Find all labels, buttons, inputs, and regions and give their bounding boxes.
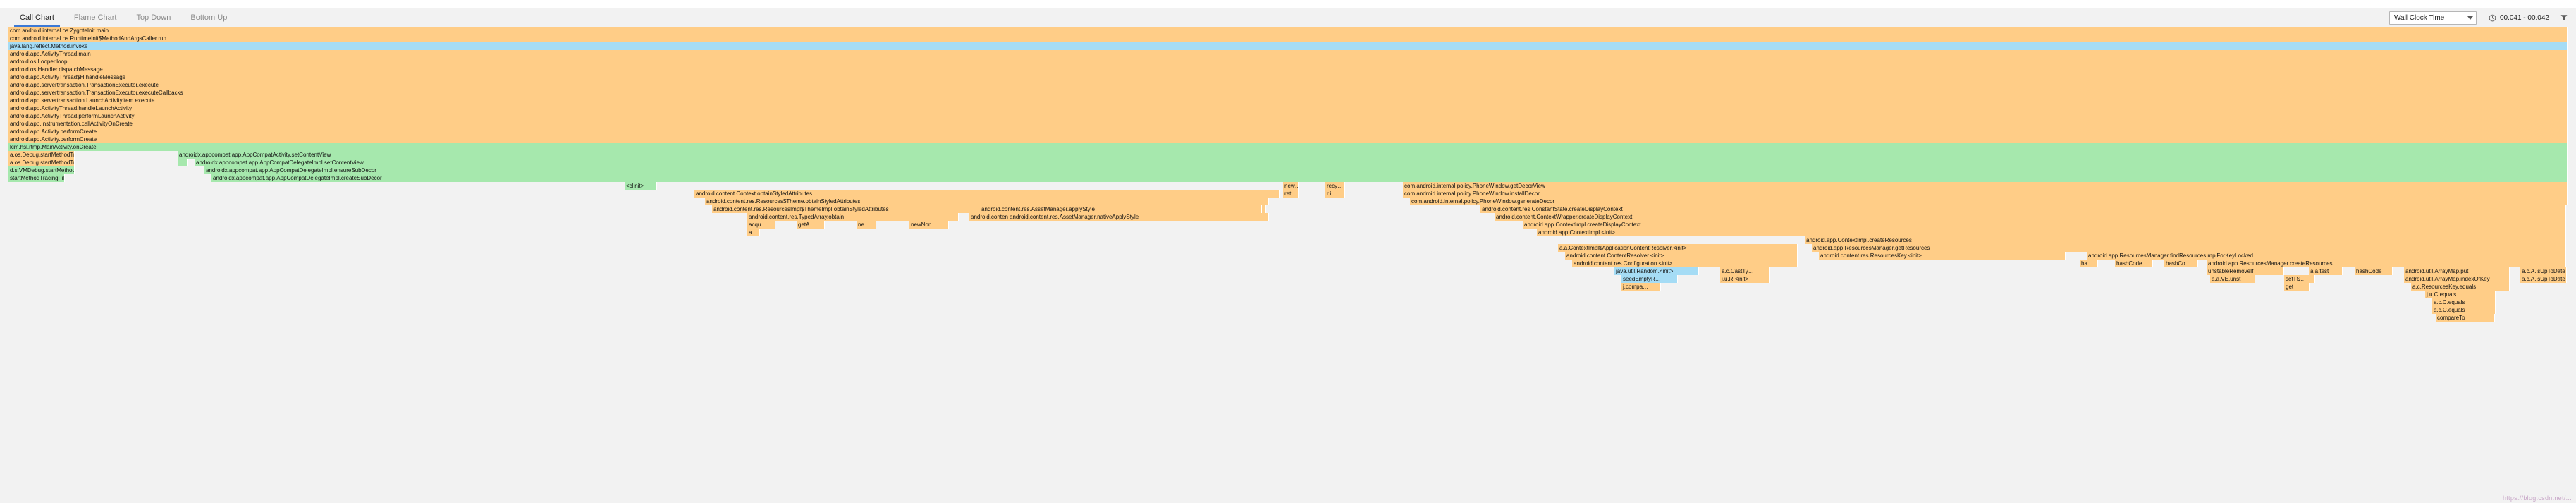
- time-range-label: 00.041 - 00.042: [2499, 13, 2549, 22]
- flame-frame[interactable]: a.c.A.isUpToDate: [2520, 275, 2567, 283]
- time-range-display: 00.041 - 00.042: [2483, 8, 2556, 27]
- flame-frame[interactable]: android.util.ArrayMap.put: [2404, 267, 2510, 275]
- chart-header: Call Chart Flame Chart Top Down Bottom U…: [0, 8, 2576, 28]
- flame-frame[interactable]: j.u.R.<init>: [1720, 275, 1770, 283]
- flame-frame[interactable]: androidx.appcompat.app.AppCompatDelegate…: [195, 159, 2568, 166]
- flame-frame[interactable]: android.app.ContextImpl.createResources: [1805, 236, 2566, 244]
- flame-frame[interactable]: android.content.res.AssetManager.applySt…: [980, 205, 1262, 213]
- flame-frame[interactable]: a.c.C.equals: [2432, 298, 2496, 306]
- flame-frame[interactable]: java.lang.reflect.Method.invoke: [8, 42, 2568, 50]
- flame-frame[interactable]: android.app.ResourcesManager.getResource…: [1812, 244, 2566, 252]
- flame-frame[interactable]: android.app.ContextImpl.<init>: [1537, 229, 2566, 236]
- flame-frame[interactable]: ret…: [1283, 190, 1299, 198]
- header-controls: Wall Clock Time 00.041 - 00.042: [2388, 8, 2576, 27]
- tab-top-down[interactable]: Top Down: [126, 8, 180, 27]
- clock-type-value: Wall Clock Time: [2393, 13, 2445, 22]
- flame-frame[interactable]: a.os.Debug.startMethodTracing: [8, 151, 75, 159]
- flame-frame[interactable]: android.content.Context.obtainStyledAttr…: [694, 190, 1280, 198]
- flame-frame[interactable]: a.c.A.isUpToDate: [2520, 267, 2567, 275]
- flame-frame[interactable]: android.content.res.ResourcesKey.<init>: [1819, 252, 2066, 260]
- tab-bottom-up[interactable]: Bottom Up: [180, 8, 237, 27]
- flame-frame[interactable]: androidx.appcompat.app.AppCompatDelegate…: [204, 166, 2568, 174]
- tab-call-chart-label: Call Chart: [20, 13, 54, 22]
- flame-frame[interactable]: new…: [1283, 182, 1299, 190]
- chevron-down-icon: [2467, 16, 2473, 20]
- flame-frame[interactable]: a.a.ContextImpl$ApplicationContentResolv…: [1558, 244, 1798, 252]
- flame-frame[interactable]: recy…: [1325, 182, 1345, 190]
- flame-frame[interactable]: kim.hsl.rtmp.MainActivity.onCreate: [8, 143, 2568, 151]
- flame-frame[interactable]: a.os.Debug.startMethodTracing: [8, 159, 75, 166]
- flame-frame[interactable]: j.u.C.equals: [2425, 291, 2496, 298]
- flame-frame[interactable]: acqu…: [747, 221, 775, 229]
- flame-frame[interactable]: android.app.Instrumentation.callActivity…: [8, 120, 2568, 128]
- flame-frame[interactable]: startMethodTracingFilena…: [8, 174, 65, 182]
- tab-flame-chart[interactable]: Flame Chart: [64, 8, 127, 27]
- flame-frame[interactable]: com.android.internal.policy.PhoneWindow.…: [1403, 190, 2568, 198]
- flame-frame[interactable]: <clinit>: [625, 182, 657, 190]
- clock-type-select[interactable]: Wall Clock Time: [2388, 11, 2477, 25]
- flame-frame[interactable]: j.compa…: [1621, 283, 1661, 291]
- flame-frame[interactable]: r.i…: [1325, 190, 1345, 198]
- flame-frame[interactable]: android.content.ContextWrapper.createDis…: [1495, 213, 2566, 221]
- flame-frame[interactable]: setTS…: [2284, 275, 2315, 283]
- flame-frame[interactable]: com.android.internal.os.ZygoteInit.main: [8, 27, 2568, 35]
- flame-frame[interactable]: android.app.ActivityThread$H.handleMessa…: [8, 73, 2568, 81]
- flame-frame[interactable]: a.c.ResourcesKey.equals: [2411, 283, 2510, 291]
- flame-chart-canvas[interactable]: com.android.internal.os.ZygoteInit.main c…: [0, 27, 2576, 503]
- flame-frame[interactable]: hashCo…: [2164, 260, 2198, 267]
- flame-frame[interactable]: android.app.ResourcesManager.createResou…: [2207, 260, 2566, 267]
- tab-bottom-up-label: Bottom Up: [190, 13, 228, 22]
- flame-frame[interactable]: android.content.res.AssetManager.nativeA…: [1008, 213, 1269, 221]
- tab-flame-chart-label: Flame Chart: [73, 13, 117, 22]
- flame-frame[interactable]: android.content.res.Resources$Theme.obta…: [705, 198, 1269, 205]
- flame-frame[interactable]: seedEmptyR…: [1621, 275, 1678, 283]
- flame-frame[interactable]: get: [2284, 283, 2310, 291]
- flame-frame[interactable]: android.content.res.ConstantState.create…: [1480, 205, 2566, 213]
- flame-frame[interactable]: android.app.servertransaction.LaunchActi…: [8, 97, 2568, 104]
- tab-top-down-label: Top Down: [136, 13, 171, 22]
- flame-frame[interactable]: ne…: [857, 221, 876, 229]
- flame-frame[interactable]: a.a.VE.unst: [2210, 275, 2255, 283]
- flame-frame[interactable]: hashCode: [2355, 267, 2393, 275]
- clock-icon: [2489, 14, 2496, 21]
- flame-frame[interactable]: a…: [747, 229, 760, 236]
- flame-frame[interactable]: android.app.Activity.performCreate: [8, 135, 2568, 143]
- flame-frame[interactable]: unstableRemoveIf: [2207, 267, 2284, 275]
- flame-frame[interactable]: android.app.ContextImpl.createDisplayCon…: [1523, 221, 2566, 229]
- flame-frame[interactable]: androidx.appcompat.app.AppCompatDelegate…: [211, 174, 2568, 182]
- flame-frame[interactable]: android.app.ResourcesManager.findResourc…: [2087, 252, 2566, 260]
- flame-frame[interactable]: d.s.VMDebug.startMethodTracing: [8, 166, 75, 174]
- flame-frame[interactable]: androidx.appcompat.app.AppCompatActivity…: [178, 151, 2568, 159]
- flame-frame[interactable]: android.content.ContentResolver.<init>: [1565, 252, 1798, 260]
- tab-call-chart[interactable]: Call Chart: [10, 8, 64, 27]
- flame-frame[interactable]: ha…: [2080, 260, 2098, 267]
- flame-frame[interactable]: newNon…: [909, 221, 949, 229]
- flame-frame[interactable]: java.util.Random.<init>: [1614, 267, 1699, 275]
- filter-icon: [2560, 15, 2568, 21]
- flame-frame[interactable]: android.app.ActivityThread.main: [8, 50, 2568, 58]
- flame-frame[interactable]: android.app.servertransaction.Transactio…: [8, 81, 2568, 89]
- flame-frame[interactable]: com.android.internal.policy.PhoneWindow.…: [1403, 182, 2568, 190]
- flame-frame[interactable]: a.c.C.equals: [2432, 306, 2496, 314]
- flame-frame[interactable]: android.content.res.TypedArray.obtain: [747, 213, 959, 221]
- call-chart-panel: Call Chart Flame Chart Top Down Bottom U…: [0, 0, 2576, 503]
- flame-frame[interactable]: compareTo: [2436, 314, 2495, 322]
- flame-frame[interactable]: android.app.ActivityThread.performLaunch…: [8, 112, 2568, 120]
- flame-frame[interactable]: android.os.Handler.dispatchMessage: [8, 66, 2568, 73]
- flame-frame[interactable]: a.a.test: [2309, 267, 2343, 275]
- flame-frame[interactable]: android.app.ActivityThread.handleLaunchA…: [8, 104, 2568, 112]
- flame-frame[interactable]: com.android.internal.policy.PhoneWindow.…: [1410, 198, 2568, 205]
- filter-button[interactable]: [2556, 8, 2572, 27]
- flame-frame[interactable]: android.app.servertransaction.Transactio…: [8, 89, 2568, 97]
- flame-frame[interactable]: [178, 159, 188, 166]
- flame-frame[interactable]: com.android.internal.os.RuntimeInit$Meth…: [8, 35, 2568, 42]
- flame-frame[interactable]: getA…: [797, 221, 825, 229]
- flame-frame[interactable]: android.util.ArrayMap.indexOfKey: [2404, 275, 2510, 283]
- flame-frame[interactable]: android.app.Activity.performCreate: [8, 128, 2568, 135]
- flame-frame[interactable]: android.os.Looper.loop: [8, 58, 2568, 66]
- flame-frame[interactable]: android.content.res.Configuration.<init>: [1572, 260, 1798, 267]
- flame-frame[interactable]: a.c.CastTy…: [1720, 267, 1770, 275]
- tab-bar: Call Chart Flame Chart Top Down Bottom U…: [10, 8, 237, 27]
- flame-frame[interactable]: hashCode: [2115, 260, 2153, 267]
